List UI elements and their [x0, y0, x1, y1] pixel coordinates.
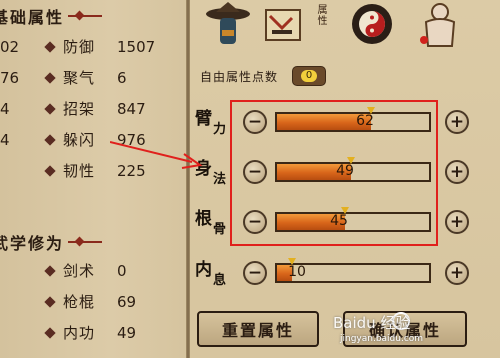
stat-name: 躲闪 [63, 131, 96, 149]
header-ornament-icon [68, 10, 103, 21]
free-points-value: 0 [301, 70, 318, 82]
reset-attributes-button[interactable]: 重置属性 [197, 311, 319, 347]
martial-stat-name: 枪棍 [63, 293, 96, 311]
scroll-map-icon[interactable] [258, 0, 310, 52]
watermark-text: Baidu 经验 [333, 314, 411, 332]
diamond-bullet-icon [44, 40, 56, 53]
stat-name: 聚气 [63, 69, 96, 87]
decrease-button[interactable]: − [243, 261, 267, 285]
martial-arts-header: 武学修为 [0, 230, 103, 254]
attribute-bar: 10 [275, 258, 431, 283]
stat-name: 招架 [63, 100, 96, 118]
attribute-row-4: 内息 −10 + [195, 255, 495, 291]
muscle-man-icon[interactable] [414, 0, 466, 52]
watermark-url: jingyan.baidu.com [340, 334, 424, 344]
diamond-bullet-icon [44, 264, 56, 277]
martial-stat-value: 69 [117, 292, 137, 311]
martial-stat-row: 剑术 0 [44, 260, 127, 281]
stat-row: 防御 1507 [44, 36, 156, 57]
increase-button[interactable]: + [445, 160, 469, 184]
straw-hat-warrior-icon[interactable] [202, 0, 254, 52]
diamond-bullet-icon [44, 133, 56, 146]
martial-stat-name: 剑术 [63, 262, 96, 280]
stat-name: 韧性 [63, 162, 96, 180]
free-points-row: 自由属性点数 0 [200, 66, 327, 86]
stat-row: 招架 847 [44, 98, 146, 119]
diamond-bullet-icon [44, 295, 56, 308]
attribute-value: 10 [288, 264, 306, 280]
martial-arts-title: 武学修为 [0, 234, 65, 253]
header-ornament-icon [68, 236, 103, 247]
free-points-label: 自由属性点数 [200, 69, 279, 84]
stat-row: 聚气 6 [44, 67, 127, 88]
basic-attributes-title: 基础属性 [0, 8, 65, 27]
attribute-calligraphy-label: 内息 [195, 255, 237, 291]
calligraphy-char: 内 [195, 260, 212, 280]
calligraphy-char: 法 [213, 172, 227, 187]
martial-stat-value: 49 [117, 323, 137, 342]
highlight-box [230, 100, 438, 246]
diamond-bullet-icon [44, 326, 56, 339]
red-arrow-icon [110, 141, 203, 169]
cut-off-value: 4 [0, 100, 10, 118]
calligraphy-char: 息 [213, 273, 227, 288]
tab-attributes-label[interactable]: 属性 [313, 4, 328, 26]
diamond-bullet-icon [44, 71, 56, 84]
stat-value: 847 [117, 99, 146, 118]
calligraphy-char: 骨 [213, 222, 227, 237]
stat-value: 1507 [117, 37, 156, 56]
martial-stat-row: 枪棍 69 [44, 291, 137, 312]
increase-button[interactable]: + [445, 110, 469, 134]
cut-off-value: 76 [0, 69, 20, 87]
character-tabs: 属性 [196, 0, 500, 56]
diamond-bullet-icon [44, 102, 56, 115]
increase-button[interactable]: + [445, 261, 469, 285]
cut-off-value: 02 [0, 38, 20, 56]
increase-button[interactable]: + [445, 210, 469, 234]
basic-attributes-header: 基础属性 [0, 4, 103, 28]
cut-off-value: 4 [0, 131, 10, 149]
calligraphy-char: 力 [213, 122, 227, 137]
stat-value: 6 [117, 68, 127, 87]
martial-stat-row: 内功 49 [44, 322, 137, 343]
stat-name: 防御 [63, 38, 96, 56]
calligraphy-char: 根 [195, 209, 212, 229]
diamond-bullet-icon [44, 164, 56, 177]
yin-yang-bagua-icon[interactable] [346, 0, 398, 52]
basic-attributes-panel: 基础属性 02 防御 1507 76 聚气 6 4 招架 847 4 躲闪 976 韧性 225 武学修为… [0, 0, 186, 358]
calligraphy-char: 臂 [195, 109, 212, 129]
martial-stat-value: 0 [117, 261, 127, 280]
free-points-badge: 0 [292, 66, 327, 86]
martial-stat-name: 内功 [63, 324, 96, 342]
